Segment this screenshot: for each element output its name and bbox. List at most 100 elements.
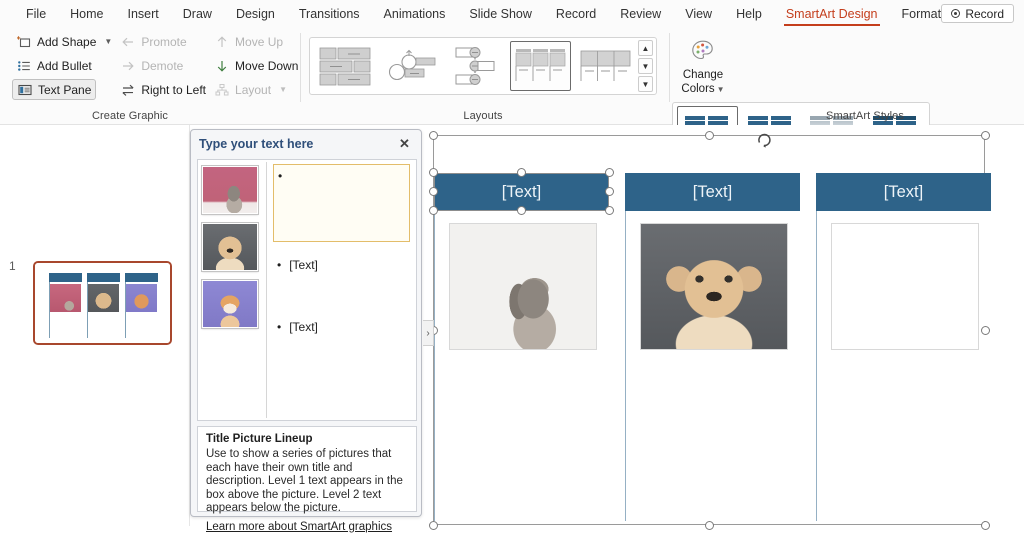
group-label-layouts: Layouts [463, 110, 503, 122]
layout-label: Layout [235, 82, 272, 97]
group-label-smartart-styles: SmartArt Styles [826, 110, 904, 122]
thumb-card-1-line [49, 282, 50, 338]
text-pane-lines: • • [Text] • [Text] [267, 160, 416, 420]
layouts-more-icon[interactable]: ▼ [638, 76, 653, 92]
text-pane-button[interactable]: Text Pane [12, 79, 96, 100]
shape-handle-top-left[interactable] [429, 168, 438, 177]
layouts-scroll-down-icon[interactable]: ▼ [638, 58, 653, 74]
thumb-card-1-photo [50, 284, 81, 312]
swap-arrows-icon [120, 82, 135, 97]
layouts-gallery[interactable]: ▲ ▼ ▼ [309, 37, 657, 95]
shape-handle-bottom-center[interactable] [517, 206, 526, 215]
layouts-scroll-up-icon[interactable]: ▲ [638, 40, 653, 56]
layout-thumb-vertical-process[interactable] [445, 41, 506, 91]
thumb-card-1 [49, 273, 82, 338]
text-pane-line-3[interactable]: • [Text] [273, 316, 410, 338]
ribbon-tab-bar: File Home Insert Draw Design Transitions… [0, 0, 1024, 27]
promote-label: Promote [141, 34, 187, 49]
add-bullet-label: Add Bullet [37, 58, 92, 73]
change-colors-button[interactable]: Change Colors ▼ [670, 31, 736, 96]
smartart-card-2-title[interactable]: [Text] [625, 173, 800, 211]
add-shape-caret-icon[interactable]: ▼ [104, 37, 112, 46]
text-pane[interactable]: Type your text here ✕ • • [Text] • [Text… [190, 129, 434, 533]
text-pane-thumb-kitten-on-purple[interactable] [202, 280, 258, 328]
record-button[interactable]: Record [941, 4, 1014, 23]
tab-design[interactable]: Design [224, 2, 287, 26]
arrow-up-icon [214, 34, 229, 49]
frame-handle-middle-right[interactable] [981, 326, 990, 335]
chevron-right-icon[interactable]: › [423, 320, 434, 346]
rotate-handle-icon[interactable] [756, 132, 773, 149]
tab-help[interactable]: Help [724, 2, 774, 26]
text-pane-thumb-rabbit-on-pink[interactable] [202, 166, 258, 214]
shape-handle-bottom-right[interactable] [605, 206, 614, 215]
frame-handle-top-center[interactable] [705, 131, 714, 140]
text-pane-thumbnails [198, 160, 266, 420]
text-pane-title: Type your text here [199, 136, 314, 151]
org-layout-icon [214, 82, 229, 97]
ribbon-group-layouts: ▲ ▼ ▼ Layouts [301, 27, 669, 124]
layout-thumb-picture-strips[interactable] [575, 41, 636, 91]
shape-handle-middle-right[interactable] [605, 187, 614, 196]
text-pane-line-1[interactable]: • [273, 164, 410, 242]
record-button-label: Record [965, 6, 1004, 21]
layout-thumb-circle-arrow[interactable] [380, 41, 441, 91]
layout-thumb-title-picture-lineup[interactable] [510, 41, 571, 91]
right-to-left-button[interactable]: Right to Left [116, 79, 210, 100]
tab-draw[interactable]: Draw [171, 2, 224, 26]
smartart-card-3-body[interactable] [816, 211, 991, 521]
smartart-card-1-photo-rabbit-on-pink[interactable] [449, 223, 597, 350]
add-bullet-icon [16, 58, 31, 73]
add-shape-button[interactable]: Add Shape ▼ [12, 31, 116, 52]
change-colors-caret-icon[interactable]: ▼ [717, 85, 725, 94]
add-shape-icon [16, 34, 31, 49]
smartart-card-2[interactable]: [Text] [625, 173, 800, 521]
smartart-card-2-photo-dog-on-gray[interactable] [640, 223, 788, 350]
shape-handle-bottom-left[interactable] [429, 206, 438, 215]
description-body: Use to show a series of pictures that ea… [206, 448, 403, 514]
smartart-card-3[interactable]: [Text] [816, 173, 991, 521]
tab-record[interactable]: Record [544, 2, 608, 26]
tab-smartart-design[interactable]: SmartArt Design [774, 2, 890, 26]
smartart-card-3-photo-kitten-on-purple[interactable] [831, 223, 979, 350]
text-pane-line-2[interactable]: • [Text] [273, 254, 410, 276]
close-icon[interactable]: ✕ [396, 135, 413, 152]
layout-thumb-blocks[interactable] [315, 41, 376, 91]
tab-view[interactable]: View [673, 2, 724, 26]
text-pane-line-3-text: [Text] [289, 320, 318, 334]
thumb-card-2-line [87, 282, 88, 338]
frame-handle-top-right[interactable] [981, 131, 990, 140]
right-to-left-label: Right to Left [141, 82, 207, 97]
shape-handle-middle-left[interactable] [429, 187, 438, 196]
text-pane-icon [17, 82, 32, 97]
smartart-card-1-body[interactable] [434, 211, 609, 521]
tab-insert[interactable]: Insert [116, 2, 171, 26]
tab-slide-show[interactable]: Slide Show [457, 2, 544, 26]
text-pane-label: Text Pane [38, 82, 92, 97]
shape-handle-top-right[interactable] [605, 168, 614, 177]
tab-file[interactable]: File [14, 2, 58, 26]
smartart-selection-frame[interactable]: [Text] [Text] [Text] [429, 131, 991, 530]
tab-transitions[interactable]: Transitions [287, 2, 372, 26]
layout-caret-icon: ▼ [279, 85, 287, 94]
layouts-gallery-scrollbar[interactable]: ▲ ▼ ▼ [638, 40, 653, 92]
thumb-card-3-line [125, 282, 126, 338]
smartart-card-3-title[interactable]: [Text] [816, 173, 991, 211]
color-palette-icon [690, 39, 716, 68]
tab-home[interactable]: Home [58, 2, 115, 26]
arrow-left-icon [120, 34, 135, 49]
shape-handle-top-center[interactable] [517, 168, 526, 177]
promote-button: Promote [116, 31, 210, 52]
smartart-card-1[interactable]: [Text] [434, 173, 609, 521]
learn-more-link[interactable]: Learn more about SmartArt graphics [206, 521, 392, 533]
frame-handle-top-left[interactable] [429, 131, 438, 140]
smartart-card-2-body[interactable] [625, 211, 800, 521]
tab-review[interactable]: Review [608, 2, 673, 26]
move-down-button[interactable]: Move Down [210, 55, 302, 76]
tab-animations[interactable]: Animations [372, 2, 458, 26]
text-pane-thumb-dog-on-gray[interactable] [202, 223, 258, 271]
move-up-button: Move Up [210, 31, 302, 52]
add-bullet-button[interactable]: Add Bullet [12, 55, 116, 76]
slide-canvas[interactable]: [Text] [Text] [Text] Type your text here… [190, 125, 1024, 533]
slide-thumbnail-1[interactable] [33, 261, 172, 345]
